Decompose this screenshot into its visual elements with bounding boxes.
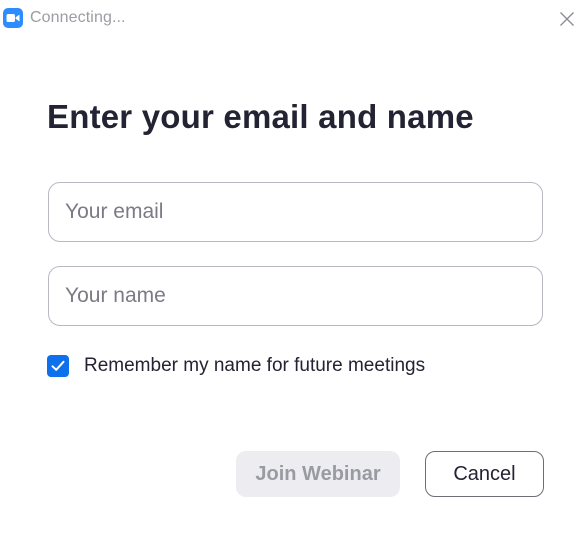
join-webinar-dialog: Connecting... Enter your email and name … xyxy=(0,0,588,543)
remember-name-label: Remember my name for future meetings xyxy=(84,355,426,376)
cancel-button[interactable]: Cancel xyxy=(425,451,544,497)
close-icon xyxy=(560,12,574,26)
page-title: Enter your email and name xyxy=(47,98,474,135)
zoom-camera-icon xyxy=(3,8,23,28)
remember-name-option[interactable]: Remember my name for future meetings xyxy=(47,354,425,378)
window-title: Connecting... xyxy=(30,9,126,26)
name-field[interactable] xyxy=(48,266,543,326)
join-webinar-button[interactable]: Join Webinar xyxy=(236,451,400,497)
remember-name-checkbox[interactable] xyxy=(47,355,69,377)
email-field[interactable] xyxy=(48,182,543,242)
title-bar: Connecting... xyxy=(0,0,588,36)
checkmark-icon xyxy=(51,360,65,371)
close-button[interactable] xyxy=(554,6,580,32)
